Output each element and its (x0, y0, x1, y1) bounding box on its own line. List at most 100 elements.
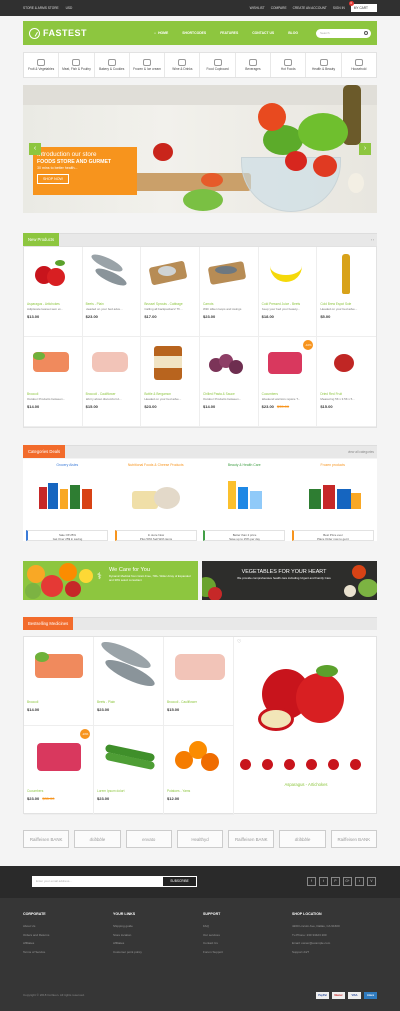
footer-link[interactable]: Terms of Service (23, 948, 49, 957)
product-image[interactable] (320, 340, 373, 386)
footer-link[interactable]: Store location (113, 931, 142, 940)
nav-shortcodes[interactable]: SHORTCODES (175, 21, 213, 45)
product-card[interactable]: Cold Brew Espot Sole Headed on your bed … (317, 247, 376, 337)
newsletter-email-input[interactable]: Enter your email address... (32, 876, 162, 887)
product-image[interactable] (27, 340, 79, 386)
deal-column[interactable]: Beauty & Health Care Better than 2 price… (200, 459, 289, 541)
footer-link[interactable]: Our services (203, 931, 223, 940)
deal-title[interactable]: Beauty & Health Care (200, 463, 289, 467)
category-wine[interactable]: Wine & Drinks (165, 53, 201, 77)
featured-product[interactable]: ♡ Asparagus - Artichokes (234, 637, 378, 815)
subscribe-button[interactable]: SUBSCRIBE (162, 876, 197, 887)
slider-next-button[interactable]: › (359, 143, 371, 155)
product-card[interactable]: Chilled Pasta & Sauce Outdoor Products b… (200, 337, 259, 427)
product-image[interactable] (262, 250, 314, 296)
product-card[interactable]: -10% Cucumbers $23.00 $35.00 (24, 726, 94, 815)
category-food-cupboard[interactable]: Food Cupboard (200, 53, 236, 77)
wishlist-link[interactable]: WISHLIST (250, 6, 265, 10)
vimeo-icon[interactable]: V (367, 877, 376, 886)
signin-link[interactable]: SIGN IN (333, 6, 345, 10)
footer-link[interactable]: FAQ (203, 922, 223, 931)
featured-image[interactable] (296, 673, 344, 723)
deal-title[interactable]: Nutritional Foods & Cheese Products (112, 463, 201, 467)
footer-link[interactable]: Forum Support (203, 948, 223, 957)
product-name[interactable]: Cucumbers (262, 392, 314, 396)
product-name[interactable]: Chilled Pasta & Sauce (203, 392, 255, 396)
category-bakery[interactable]: Bakery & Cookies (95, 53, 130, 77)
brand-logo[interactable]: dribbble (74, 830, 121, 848)
footer-link[interactable]: About Us (23, 922, 49, 931)
thumb-image[interactable] (262, 759, 273, 770)
product-card[interactable]: Asparagus - Artichokes Adipiscele laoree… (24, 247, 83, 337)
heart-icon[interactable]: ♡ (237, 639, 241, 645)
product-name[interactable]: Brussel Sprouts - Cabbage (144, 302, 196, 306)
product-image[interactable] (27, 250, 79, 296)
product-image[interactable] (167, 640, 230, 694)
product-image[interactable] (97, 637, 160, 694)
footer-link[interactable]: Affiliates (113, 939, 142, 948)
featured-name[interactable]: Asparagus - Artichokes (234, 782, 378, 787)
product-image[interactable] (97, 729, 160, 783)
store-selector[interactable]: STORE & ARMS STORE (23, 6, 59, 10)
deal-title[interactable]: Grocery Aisles (23, 463, 112, 467)
thumb-image[interactable] (328, 759, 339, 770)
thumb-image[interactable] (284, 759, 295, 770)
search-icon[interactable] (364, 30, 368, 35)
view-all-link[interactable]: view all categories (348, 446, 374, 459)
brand-logo[interactable]: envato (125, 830, 172, 848)
shop-now-button[interactable]: SHOP NOW (37, 174, 69, 184)
chevron-right-icon[interactable]: › (373, 238, 374, 242)
chevron-left-icon[interactable]: ‹ (371, 238, 372, 242)
product-name[interactable]: Carrots (203, 302, 255, 306)
product-card[interactable]: -10% Cucumbers Weekend warriors rejoice … (258, 337, 318, 427)
brand-logo[interactable]: Raiffeisen BANK (228, 830, 275, 848)
pinterest-icon[interactable]: P (331, 877, 340, 886)
search-input[interactable]: Search (316, 28, 371, 38)
deal-column[interactable]: Frozen products Best Price ever Place Ord… (289, 459, 378, 541)
product-name[interactable]: Broccoli - Cauliflower (167, 700, 230, 704)
promo-banner-vegetables[interactable]: VEGETABLES FOR YOUR HEART We provide com… (202, 561, 377, 600)
product-name[interactable]: Bottle & Bergamon (144, 392, 196, 396)
product-card[interactable]: Bottle & Bergamon Headed on your bed adv… (141, 337, 200, 427)
nav-home[interactable]: ⌂ HOME (147, 21, 175, 45)
product-card[interactable]: Broccoli Outdoor Products between... $14… (24, 337, 83, 427)
product-card[interactable]: Brussel Sprouts - Cabbage Calling all ba… (141, 247, 200, 337)
thumb-image[interactable] (306, 759, 317, 770)
product-card[interactable]: Broccoli $14.00 (24, 637, 94, 726)
deal-column[interactable]: Nutritional Foods & Cheese Products In s… (112, 459, 201, 541)
category-frozen[interactable]: Frozen & Ice cream (130, 53, 166, 77)
deal-column[interactable]: Grocery Aisles Sale Off 25% Get Over 25$ … (23, 459, 112, 541)
product-card[interactable]: Beets - Plain $23.00 (94, 637, 164, 726)
product-image[interactable] (86, 340, 138, 386)
category-household[interactable]: Household (342, 53, 376, 77)
category-meat-fish[interactable]: Meat, Fish & Poultry (59, 53, 95, 77)
product-card[interactable]: Lorem Ipsum dolort $23.00 (94, 726, 164, 815)
twitter-icon[interactable]: t (319, 877, 328, 886)
product-name[interactable]: Beets - Plain (97, 700, 160, 704)
product-name[interactable]: Broccoli - Cauliflower (86, 392, 138, 396)
product-image[interactable] (320, 250, 373, 296)
product-card[interactable]: Potatoes - Yams $12.00 (164, 726, 234, 815)
product-image[interactable] (27, 640, 90, 694)
footer-email[interactable]: Email: owner@example.com (292, 939, 340, 948)
product-name[interactable]: Cold Pressed Juice - Beets (262, 302, 314, 306)
google-plus-icon[interactable]: G+ (343, 877, 352, 886)
product-name[interactable]: Cold Brew Espot Sole (320, 302, 373, 306)
compare-link[interactable]: COMPARE (271, 6, 287, 10)
product-image[interactable] (86, 250, 138, 296)
nav-blog[interactable]: BLOG (281, 21, 305, 45)
brand-logo[interactable]: Raiffeisen BANK (23, 830, 70, 848)
footer-link[interactable]: Contact Us (203, 939, 223, 948)
product-image[interactable] (167, 729, 230, 783)
product-image[interactable] (203, 340, 255, 386)
product-name[interactable]: Broccoli (27, 392, 79, 396)
product-card[interactable]: Broccoli - Cauliflower $15.00 (164, 637, 234, 726)
product-image[interactable] (203, 250, 255, 296)
category-fruit-vegetables[interactable]: Fruit & Vegetables (24, 53, 60, 77)
promo-banner-care[interactable]: ⚕ We Care for You Dynamic Medical from G… (23, 561, 198, 600)
brand-logo[interactable]: Healthyd (176, 830, 224, 848)
thumb-image[interactable] (350, 759, 361, 770)
facebook-icon[interactable]: f (307, 877, 316, 886)
logo[interactable]: FASTEST (29, 27, 147, 39)
product-card[interactable]: Broccoli - Cauliflower Worry about disco… (82, 337, 142, 427)
